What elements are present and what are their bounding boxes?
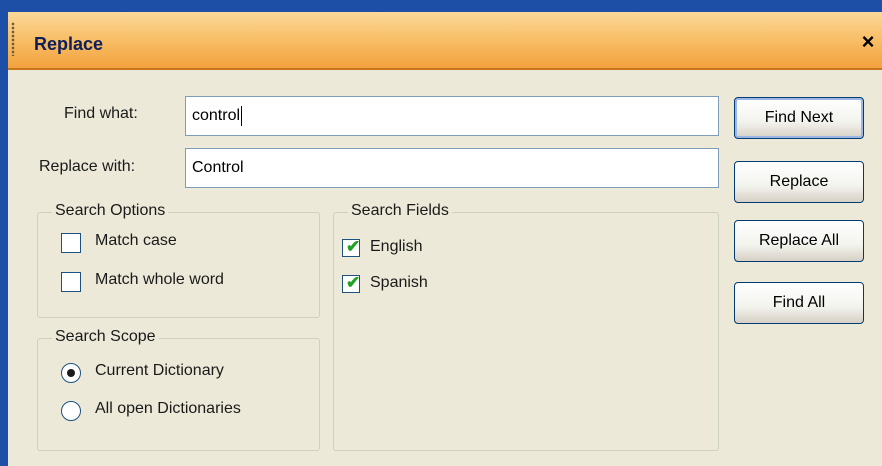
radio-selected-dot [67, 369, 75, 377]
checkmark-icon: ✔ [346, 237, 361, 256]
spanish-checkbox[interactable]: ✔ [342, 273, 361, 293]
replace-all-button[interactable]: Replace All [734, 220, 864, 262]
find-all-button[interactable]: Find All [734, 282, 864, 324]
search-fields-title: Search Fields [348, 202, 452, 220]
find-next-button[interactable]: Find Next [734, 97, 864, 139]
all-open-dictionaries-radio[interactable] [61, 401, 81, 421]
text-cursor [241, 105, 243, 126]
match-whole-word-label[interactable]: Match whole word [95, 271, 224, 289]
match-case-checkbox[interactable] [61, 233, 81, 253]
replace-with-value: Control [192, 159, 244, 176]
match-case-label[interactable]: Match case [95, 232, 177, 250]
search-scope-group [37, 338, 320, 451]
checkmark-icon: ✔ [346, 273, 361, 292]
replace-with-input[interactable]: Control [185, 148, 719, 188]
spanish-label[interactable]: Spanish [370, 274, 428, 292]
title-bar-divider [8, 68, 882, 70]
replace-button[interactable]: Replace [734, 161, 864, 203]
find-what-label: Find what: [64, 105, 138, 122]
all-open-dictionaries-label[interactable]: All open Dictionaries [95, 400, 241, 418]
search-options-title: Search Options [52, 202, 169, 220]
match-whole-word-checkbox[interactable] [61, 272, 81, 292]
dialog-title: Replace [34, 34, 104, 54]
current-dictionary-radio[interactable] [61, 363, 81, 383]
find-what-value: control [192, 107, 241, 124]
current-dictionary-label[interactable]: Current Dictionary [95, 362, 224, 380]
search-scope-title: Search Scope [52, 328, 159, 346]
replace-dialog: Replace × Find what: control Replace wit… [0, 0, 882, 466]
grip-icon[interactable] [11, 22, 15, 56]
window-left-border [0, 0, 8, 466]
replace-with-label: Replace with: [39, 158, 136, 175]
close-icon[interactable]: × [858, 31, 878, 53]
english-label[interactable]: English [370, 238, 422, 256]
english-checkbox[interactable]: ✔ [342, 237, 361, 257]
find-what-input[interactable]: control [185, 96, 719, 136]
window-top-border [0, 0, 882, 12]
search-options-group [37, 212, 320, 318]
title-bar[interactable]: Replace × [8, 12, 882, 68]
